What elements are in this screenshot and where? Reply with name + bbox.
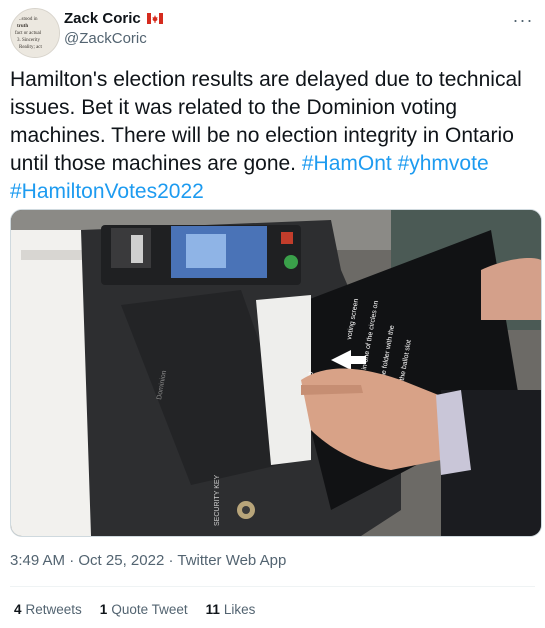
- tweet-date[interactable]: Oct 25, 2022: [78, 552, 164, 569]
- quotes-count: 1: [99, 602, 108, 617]
- likes-count: 11: [205, 602, 220, 617]
- hashtag-link[interactable]: #yhmvote: [398, 152, 489, 175]
- svg-text:3. Sincerity: 3. Sincerity: [17, 38, 41, 43]
- tweet-stats: 4 Retweets 1 Quote Tweet 11 Likes: [14, 602, 255, 617]
- author-name-row: Zack Coric: [64, 10, 163, 27]
- tweet-meta: 3:49 AM · Oct 25, 2022 · Twitter Web App: [10, 552, 286, 569]
- display-name[interactable]: Zack Coric: [64, 10, 141, 27]
- meta-separator: ·: [164, 552, 178, 569]
- voting-machine-photo: Dominion voting screen in one of the cir…: [11, 210, 541, 536]
- quotes-label: Quote Tweet: [111, 602, 188, 617]
- avatar[interactable]: ..stood in truth fact or actual 3. Since…: [10, 8, 60, 58]
- svg-text:fact or actual: fact or actual: [15, 31, 42, 36]
- retweets-stat[interactable]: 4 Retweets: [14, 602, 82, 617]
- likes-stat[interactable]: 11 Likes: [206, 602, 256, 617]
- hashtag-link[interactable]: #HamOnt: [302, 152, 392, 175]
- svg-text:..stood in: ..stood in: [19, 17, 38, 22]
- author-handle[interactable]: @ZackCoric: [64, 30, 147, 47]
- tweet-text: Hamilton's election results are delayed …: [10, 66, 530, 206]
- tweet-time[interactable]: 3:49 AM: [10, 552, 65, 569]
- meta-separator: ·: [65, 552, 79, 569]
- tweet-source[interactable]: Twitter Web App: [177, 552, 286, 569]
- more-options-icon[interactable]: ···: [511, 8, 535, 32]
- canada-flag-icon: [146, 13, 163, 24]
- svg-text:Reality; act: Reality; act: [19, 45, 43, 50]
- svg-text:truth: truth: [17, 24, 28, 29]
- security-key-label: SECURITY KEY: [214, 474, 221, 526]
- retweets-count: 4: [14, 602, 22, 617]
- divider: [10, 586, 535, 587]
- hashtag-link[interactable]: #HamiltonVotes2022: [10, 180, 204, 203]
- retweets-label: Retweets: [25, 602, 82, 617]
- tweet-photo[interactable]: Dominion voting screen in one of the cir…: [10, 209, 542, 537]
- quote-tweets-stat[interactable]: 1 Quote Tweet: [100, 602, 188, 617]
- likes-label: Likes: [223, 602, 256, 617]
